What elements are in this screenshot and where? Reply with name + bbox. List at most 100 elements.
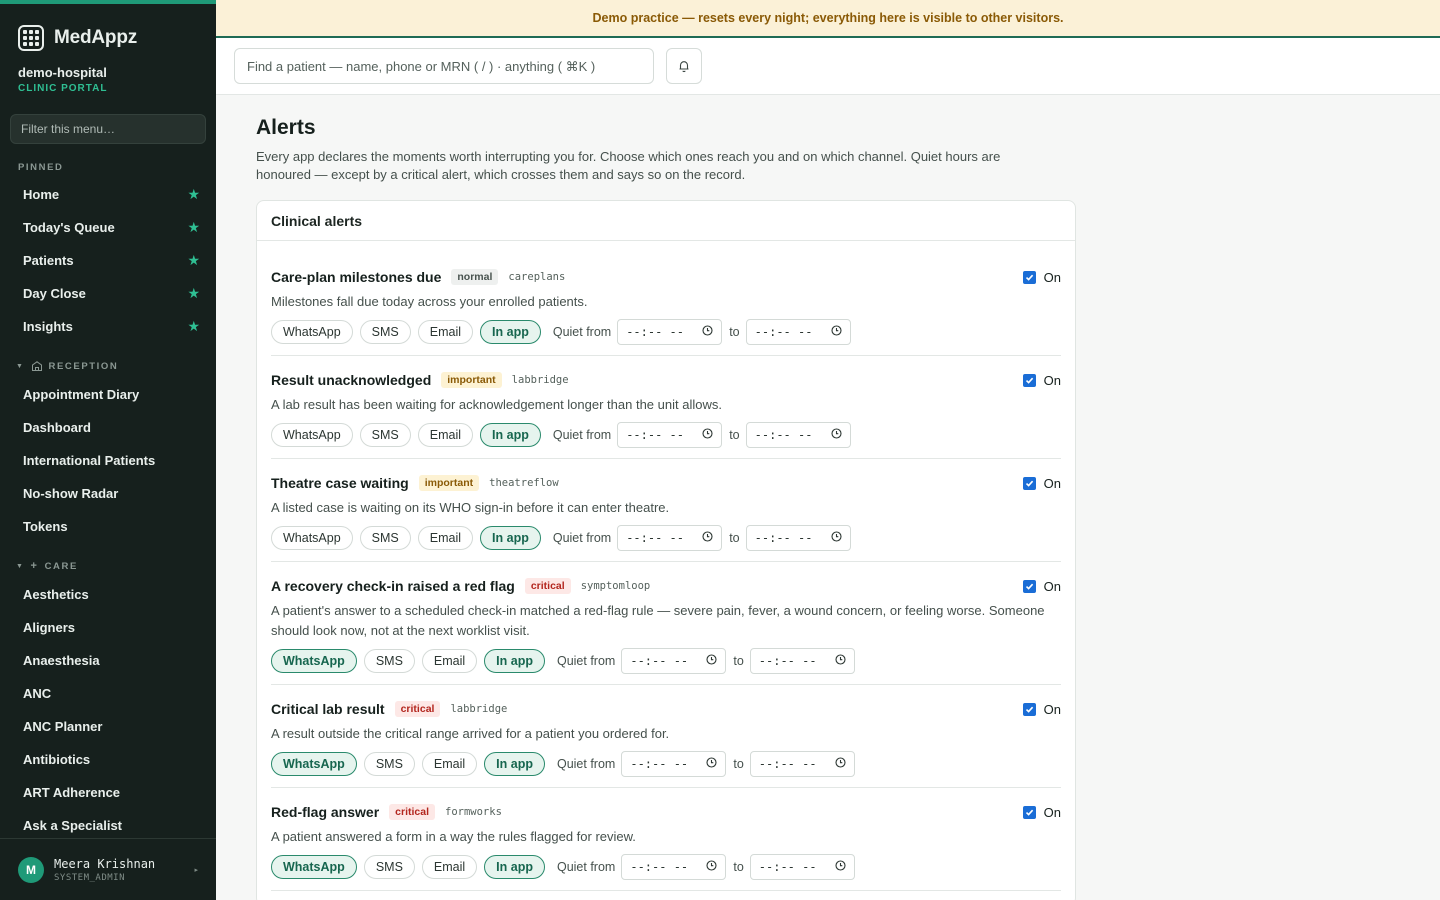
clock-icon[interactable]: [831, 428, 842, 442]
main-content: Alerts Every app declares the moments wo…: [256, 95, 1076, 900]
notifications-button[interactable]: [666, 48, 702, 84]
channel-email-chip[interactable]: Email: [417, 320, 474, 344]
quiet-from-label: Quiet from: [552, 325, 612, 339]
sidebar-item-anc[interactable]: ANC: [0, 677, 216, 710]
sidebar-item-tokens[interactable]: Tokens: [0, 510, 216, 543]
sidebar-item-anc-planner[interactable]: ANC Planner: [0, 710, 216, 743]
channel-in-app-chip[interactable]: In app: [480, 526, 541, 550]
quiet-to-input[interactable]: --:-- --: [749, 854, 855, 880]
channel-email-chip[interactable]: Email: [417, 423, 474, 447]
checkbox-checked-icon[interactable]: [1022, 373, 1036, 387]
alert-enabled-toggle[interactable]: On: [1022, 373, 1061, 388]
quiet-to-input[interactable]: --:-- --: [745, 319, 851, 345]
channel-email-chip[interactable]: Email: [421, 855, 478, 879]
channel-sms-chip[interactable]: SMS: [359, 320, 411, 344]
sidebar-item-aesthetics[interactable]: Aesthetics: [0, 578, 216, 611]
quiet-from-input[interactable]: --:-- --: [617, 422, 723, 448]
channel-sms-chip[interactable]: SMS: [363, 855, 415, 879]
channel-in-app-chip[interactable]: In app: [480, 423, 541, 447]
clock-icon[interactable]: [835, 654, 846, 668]
channel-whatsapp-chip[interactable]: WhatsApp: [271, 320, 353, 344]
alert-source: formworks: [445, 806, 502, 818]
alert-enabled-toggle[interactable]: On: [1022, 270, 1061, 285]
sidebar-item-label: Insights: [23, 319, 73, 334]
quiet-to-input[interactable]: --:-- --: [745, 525, 851, 551]
channel-whatsapp-chip[interactable]: WhatsApp: [271, 649, 357, 673]
sidebar-item-anaesthesia[interactable]: Anaesthesia: [0, 644, 216, 677]
time-value: --:-- --: [630, 654, 689, 668]
pinned-label: PINNED: [18, 162, 64, 173]
alert-enabled-toggle[interactable]: On: [1022, 702, 1061, 717]
sidebar-item-no-show-radar[interactable]: No-show Radar: [0, 477, 216, 510]
sidebar-item-international-patients[interactable]: International Patients: [0, 444, 216, 477]
sidebar-item-today-s-queue[interactable]: Today's Queue ★: [0, 211, 216, 244]
channel-in-app-chip[interactable]: In app: [484, 855, 545, 879]
plus-icon: +: [30, 560, 39, 572]
checkbox-checked-icon[interactable]: [1022, 476, 1036, 490]
reception-header[interactable]: ▼ RECEPTION: [0, 360, 216, 372]
sidebar-item-home[interactable]: Home ★: [0, 178, 216, 211]
clock-icon[interactable]: [835, 757, 846, 771]
channel-sms-chip[interactable]: SMS: [363, 752, 415, 776]
alert-enabled-toggle[interactable]: On: [1022, 579, 1061, 594]
quiet-to-input[interactable]: --:-- --: [745, 422, 851, 448]
channel-email-chip[interactable]: Email: [421, 752, 478, 776]
alert-enabled-toggle[interactable]: On: [1022, 805, 1061, 820]
collapse-caret-icon: ▼: [16, 562, 25, 570]
checkbox-checked-icon[interactable]: [1022, 805, 1036, 819]
sidebar-item-art-adherence[interactable]: ART Adherence: [0, 776, 216, 809]
channel-whatsapp-chip[interactable]: WhatsApp: [271, 423, 353, 447]
channel-sms-chip[interactable]: SMS: [363, 649, 415, 673]
quiet-from-input[interactable]: --:-- --: [621, 854, 727, 880]
checkbox-checked-icon[interactable]: [1022, 702, 1036, 716]
star-icon[interactable]: ★: [187, 318, 200, 335]
brand[interactable]: MedAppz: [0, 4, 216, 58]
star-icon[interactable]: ★: [187, 252, 200, 269]
care-header[interactable]: ▼ + CARE: [0, 560, 216, 572]
channel-whatsapp-chip[interactable]: WhatsApp: [271, 855, 357, 879]
star-icon[interactable]: ★: [187, 285, 200, 302]
alert-header: Theatre case waiting important theatreflow…: [271, 473, 1061, 493]
clock-icon[interactable]: [835, 860, 846, 874]
clock-icon[interactable]: [706, 860, 717, 874]
clock-icon[interactable]: [702, 531, 713, 545]
channel-email-chip[interactable]: Email: [421, 649, 478, 673]
sidebar-item-patients[interactable]: Patients ★: [0, 244, 216, 277]
channel-email-chip[interactable]: Email: [417, 526, 474, 550]
menu-filter-input[interactable]: [10, 114, 206, 144]
channel-whatsapp-chip[interactable]: WhatsApp: [271, 526, 353, 550]
clock-icon[interactable]: [702, 325, 713, 339]
channel-whatsapp-chip[interactable]: WhatsApp: [271, 752, 357, 776]
sidebar-item-antibiotics[interactable]: Antibiotics: [0, 743, 216, 776]
star-icon[interactable]: ★: [187, 219, 200, 236]
sidebar-item-aligners[interactable]: Aligners: [0, 611, 216, 644]
channel-in-app-chip[interactable]: In app: [484, 752, 545, 776]
sidebar-item-day-close[interactable]: Day Close ★: [0, 277, 216, 310]
user-menu[interactable]: M Meera Krishnan SYSTEM_ADMIN ▸: [0, 838, 216, 900]
severity-badge: important: [418, 475, 480, 491]
clock-icon[interactable]: [706, 757, 717, 771]
channel-sms-chip[interactable]: SMS: [359, 423, 411, 447]
clock-icon[interactable]: [702, 428, 713, 442]
alert-description: Milestones fall due today across your en…: [271, 294, 588, 309]
quiet-from-input[interactable]: --:-- --: [617, 319, 723, 345]
sidebar-item-dashboard[interactable]: Dashboard: [0, 411, 216, 444]
clock-icon[interactable]: [831, 325, 842, 339]
sidebar-item-insights[interactable]: Insights ★: [0, 310, 216, 343]
sidebar-item-appointment-diary[interactable]: Appointment Diary: [0, 378, 216, 411]
clock-icon[interactable]: [831, 531, 842, 545]
clock-icon[interactable]: [706, 654, 717, 668]
star-icon[interactable]: ★: [187, 186, 200, 203]
quiet-to-input[interactable]: --:-- --: [749, 648, 855, 674]
channel-in-app-chip[interactable]: In app: [484, 649, 545, 673]
quiet-to-input[interactable]: --:-- --: [749, 751, 855, 777]
checkbox-checked-icon[interactable]: [1022, 579, 1036, 593]
quiet-from-input[interactable]: --:-- --: [621, 751, 727, 777]
quiet-from-input[interactable]: --:-- --: [617, 525, 723, 551]
checkbox-checked-icon[interactable]: [1022, 270, 1036, 284]
alert-enabled-toggle[interactable]: On: [1022, 476, 1061, 491]
channel-in-app-chip[interactable]: In app: [480, 320, 541, 344]
quiet-from-input[interactable]: --:-- --: [621, 648, 727, 674]
channel-sms-chip[interactable]: SMS: [359, 526, 411, 550]
patient-search-input[interactable]: [234, 48, 654, 84]
